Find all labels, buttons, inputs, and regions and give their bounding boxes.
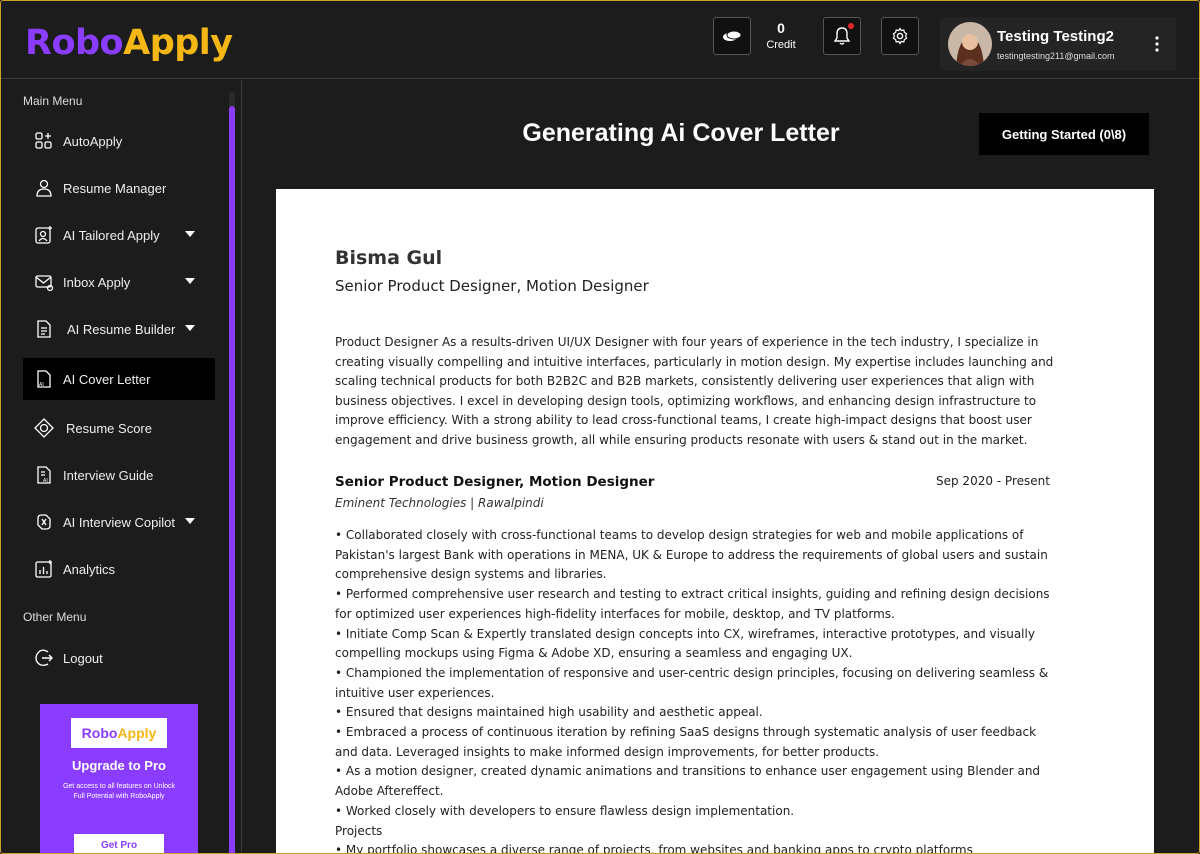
notifications-button[interactable] xyxy=(823,17,861,55)
sidebar-item-label: Interview Guide xyxy=(63,467,154,483)
user-icon xyxy=(33,177,55,199)
summary-paragraph: Product Designer As a results-driven UI/… xyxy=(335,335,1054,447)
candidate-name: Bisma Gul xyxy=(335,247,443,269)
guide-icon: AI xyxy=(33,464,55,486)
sidebar-item-label: Inbox Apply xyxy=(63,274,131,290)
promo-logo-robo: Robo xyxy=(81,725,118,741)
sidebar-item-label: Analytics xyxy=(63,561,116,577)
sidebar-item-label: Logout xyxy=(63,650,103,666)
sidebar-item-analytics[interactable]: Analytics xyxy=(23,548,215,590)
svg-text:AI: AI xyxy=(43,478,48,484)
copilot-icon xyxy=(33,511,55,533)
credit-value: 0 xyxy=(777,20,785,36)
sidebar-item-interview-guide[interactable]: AI Interview Guide xyxy=(23,454,215,496)
bell-icon xyxy=(833,27,851,45)
autoapply-icon xyxy=(33,130,55,152)
logo-part-robo: Robo xyxy=(25,23,124,63)
list-item: • Embraced a process of continuous itera… xyxy=(335,725,1037,759)
experience-bullets: • Collaborated closely with cross-functi… xyxy=(335,526,1060,854)
sidebar-item-autoapply[interactable]: AutoApply xyxy=(23,120,215,162)
upgrade-promo-card: RoboApply Upgrade to Pro Get access to a… xyxy=(40,704,198,853)
sidebar-scrollbar-thumb[interactable] xyxy=(229,106,235,853)
list-item: • Worked closely with developers to ensu… xyxy=(335,803,795,818)
app-window: RoboApply 0 Credit Testing Testing2 test… xyxy=(0,0,1200,854)
sidebar-item-ai-resume-builder[interactable]: AI Resume Builder xyxy=(23,308,215,350)
user-email: testingtesting211@gmail.com xyxy=(997,51,1115,61)
sidebar-item-label: AI Resume Builder xyxy=(67,321,176,337)
promo-logo-apply: Apply xyxy=(117,725,157,741)
promo-title: Upgrade to Pro xyxy=(72,758,166,773)
chevron-down-icon[interactable] xyxy=(185,325,195,331)
cover-letter-icon: AI xyxy=(33,368,55,390)
job-title: Senior Product Designer, Motion Designer xyxy=(335,474,655,490)
roboapply-logo[interactable]: RoboApply xyxy=(25,21,233,65)
user-name: Testing Testing2 xyxy=(997,28,1114,45)
job-company: Eminent Technologies | Rawalpindi xyxy=(335,496,544,510)
sidebar-item-label: AutoApply xyxy=(63,133,123,149)
getting-started-button[interactable]: Getting Started (0\8) xyxy=(979,113,1149,155)
avatar xyxy=(948,22,992,66)
list-item: • Performed comprehensive user research … xyxy=(335,587,1050,621)
get-pro-button[interactable]: Get Pro xyxy=(74,834,164,853)
candidate-role: Senior Product Designer, Motion Designer xyxy=(335,277,649,295)
sidebar-item-logout[interactable]: Logout xyxy=(23,637,215,679)
credit-label: Credit xyxy=(766,39,796,51)
gear-icon xyxy=(892,27,908,45)
sidebar-item-inbox-apply[interactable]: Inbox Apply xyxy=(23,261,215,303)
list-item: • As a motion designer, created dynamic … xyxy=(335,764,1041,799)
list-item: • Initiate Comp Scan & Expertly translat… xyxy=(335,626,1035,661)
analytics-icon xyxy=(33,558,55,580)
sidebar-item-ai-cover-letter[interactable]: AI AI Cover Letter xyxy=(23,358,215,400)
document-icon xyxy=(33,318,55,340)
cover-letter-preview: Bisma Gul Senior Product Designer, Motio… xyxy=(276,189,1154,854)
coins-icon xyxy=(723,30,742,41)
credit-counter: 0 Credit xyxy=(759,19,803,53)
sidebar-item-label: Resume Manager xyxy=(63,180,167,196)
list-item: • Collaborated closely with cross-functi… xyxy=(335,528,1048,582)
sidebar-item-label: AI Interview Copilot xyxy=(63,514,175,530)
score-icon xyxy=(33,417,55,439)
sidebar-item-ai-interview-copilot[interactable]: AI Interview Copilot xyxy=(23,501,215,543)
sidebar-item-resume-manager[interactable]: Resume Manager xyxy=(23,167,215,209)
tailored-apply-icon xyxy=(33,224,55,246)
settings-button[interactable] xyxy=(881,17,919,55)
sidebar: Main Menu AutoApply Resume Manager AI Ta… xyxy=(1,80,242,853)
logout-icon xyxy=(33,647,55,669)
promo-roboapply-logo: RoboApply xyxy=(71,718,167,748)
job-date: Sep 2020 - Present xyxy=(936,474,1050,488)
more-options-icon[interactable] xyxy=(1150,35,1164,53)
svg-text:AI: AI xyxy=(39,382,44,388)
sidebar-item-label: AI Tailored Apply xyxy=(63,227,160,243)
list-item: • Championed the implementation of respo… xyxy=(335,665,1049,700)
inbox-icon xyxy=(33,271,55,293)
sidebar-item-resume-score[interactable]: Resume Score xyxy=(23,407,215,449)
main-menu-heading: Main Menu xyxy=(23,94,83,108)
top-header: RoboApply 0 Credit Testing Testing2 test… xyxy=(1,1,1199,79)
chevron-down-icon[interactable] xyxy=(185,278,195,284)
sidebar-item-ai-tailored-apply[interactable]: AI Tailored Apply xyxy=(23,214,215,256)
user-profile-card[interactable]: Testing Testing2 testingtesting211@gmail… xyxy=(940,17,1176,71)
notification-dot xyxy=(848,23,854,29)
chevron-down-icon[interactable] xyxy=(185,518,195,524)
list-item: • Ensured that designs maintained high u… xyxy=(335,705,763,720)
promo-text: Get access to all features on Unlock Ful… xyxy=(62,783,176,800)
credit-coins-button[interactable] xyxy=(713,17,751,55)
list-item: • My portfolio showcases a diverse range… xyxy=(335,843,973,854)
chevron-down-icon[interactable] xyxy=(185,231,195,237)
logo-part-apply: Apply xyxy=(123,23,233,63)
page-title: Generating Ai Cover Letter xyxy=(522,119,840,147)
sidebar-item-label: AI Cover Letter xyxy=(63,371,151,387)
section-heading-projects: Projects xyxy=(335,823,383,838)
other-menu-heading: Other Menu xyxy=(23,610,87,624)
sidebar-item-label: Resume Score xyxy=(66,420,152,436)
